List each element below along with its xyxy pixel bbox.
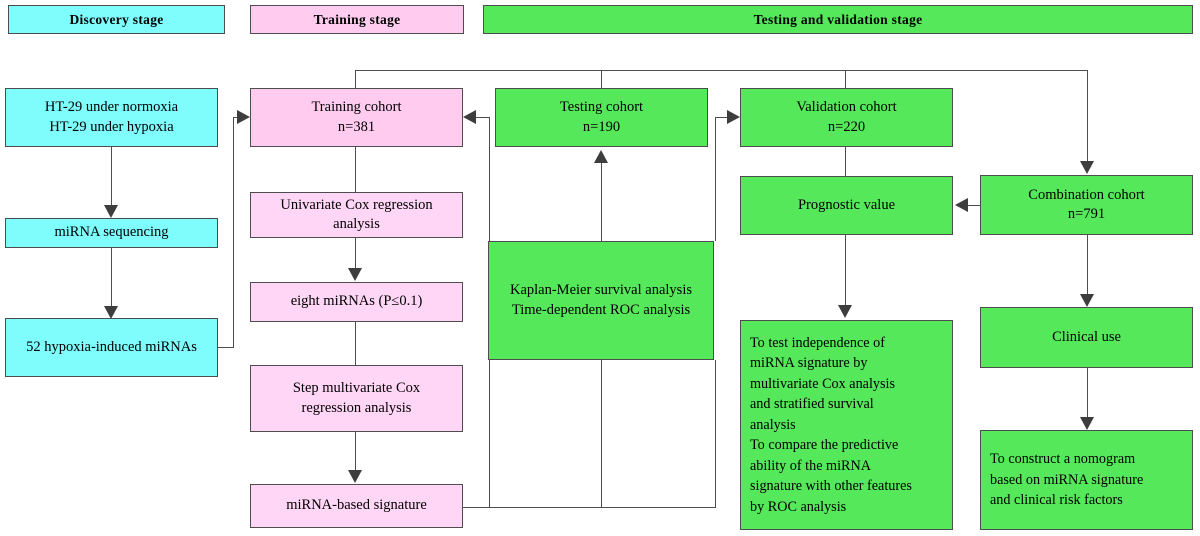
node-training-cohort: Training cohort n=381 — [250, 88, 463, 147]
node-clinical-use: Clinical use — [980, 307, 1193, 368]
node-independence-and-comparison: To test independence of miRNA signature … — [740, 320, 953, 530]
arrowhead-testing-to-validation — [727, 110, 740, 124]
arrowhead-to-combination-cohort — [1080, 161, 1094, 174]
node-hypoxia-induced-mirnas: 52 hypoxia-induced miRNAs — [5, 318, 218, 377]
connector-top-bus-drop-testing — [601, 70, 602, 89]
connector-prognostic-to-independence — [845, 235, 846, 307]
arrowhead-km-to-testing — [594, 150, 608, 163]
connector-combination-to-clinical — [1087, 235, 1088, 296]
node-mirna-sequencing: miRNA sequencing — [5, 218, 218, 248]
connector-mirnas-up-segment — [233, 117, 234, 348]
node-testing-cohort: Testing cohort n=190 — [495, 88, 708, 147]
connector-mirnas-right-segment — [218, 347, 234, 348]
node-eight-mirnas: eight miRNAs (P≤0.1) — [250, 282, 463, 322]
connector-top-bus-drop-validation — [845, 70, 846, 89]
node-step-multivariate-cox: Step multivariate Cox regression analysi… — [250, 365, 463, 432]
connector-univariate-to-eight — [355, 238, 356, 270]
connector-top-bus-drop-training — [355, 70, 356, 89]
node-combination-cohort: Combination cohort n=791 — [980, 175, 1193, 235]
connector-km-to-testing — [601, 160, 602, 242]
node-mirna-based-signature: miRNA-based signature — [250, 484, 463, 528]
arrowhead-ht29-to-sequencing — [104, 205, 118, 218]
connector-step-to-signature — [355, 432, 356, 471]
stage-header-training: Training stage — [250, 5, 464, 34]
connector-validation-to-prognostic — [845, 147, 846, 177]
connector-km-top-riser-right — [715, 117, 716, 241]
connector-clinical-to-nomogram — [1087, 368, 1088, 420]
node-validation-cohort: Validation cohort n=220 — [740, 88, 953, 147]
connector-bottom-bus-riser-right — [715, 360, 716, 508]
arrowhead-combination-to-clinical — [1080, 294, 1094, 307]
arrowhead-mirnas-to-training — [237, 110, 250, 124]
arrowhead-combination-to-prognostic — [955, 198, 968, 212]
node-univariate-cox-regression: Univariate Cox regression analysis — [250, 192, 463, 238]
stage-header-testing-validation: Testing and validation stage — [483, 5, 1193, 34]
connector-signature-bottom-bus — [463, 507, 716, 508]
node-prognostic-value: Prognostic value — [740, 176, 953, 235]
connector-training-to-univariate — [355, 147, 356, 192]
node-nomogram-construction: To construct a nomogram based on miRNA s… — [980, 430, 1193, 530]
arrowhead-testing-to-training — [463, 110, 476, 124]
connector-bottom-bus-riser-mid — [601, 360, 602, 508]
connector-bottom-bus-riser-left — [489, 360, 490, 508]
node-ht29-conditions: HT-29 under normoxia HT-29 under hypoxia — [5, 88, 218, 147]
arrowhead-prognostic-to-independence — [838, 305, 852, 318]
connector-top-bus-drop-combination — [1087, 70, 1088, 162]
node-kaplan-meier-roc: Kaplan-Meier survival analysis Time-depe… — [488, 241, 714, 360]
arrowhead-clinical-to-nomogram — [1080, 417, 1094, 430]
connector-top-bus — [355, 70, 1087, 71]
connector-eight-to-step — [355, 322, 356, 365]
stage-header-discovery: Discovery stage — [8, 5, 225, 34]
flowchart-canvas: Discovery stage Training stage Testing a… — [0, 0, 1200, 536]
arrowhead-step-to-signature — [348, 470, 362, 483]
arrowhead-univariate-to-eight — [348, 268, 362, 281]
